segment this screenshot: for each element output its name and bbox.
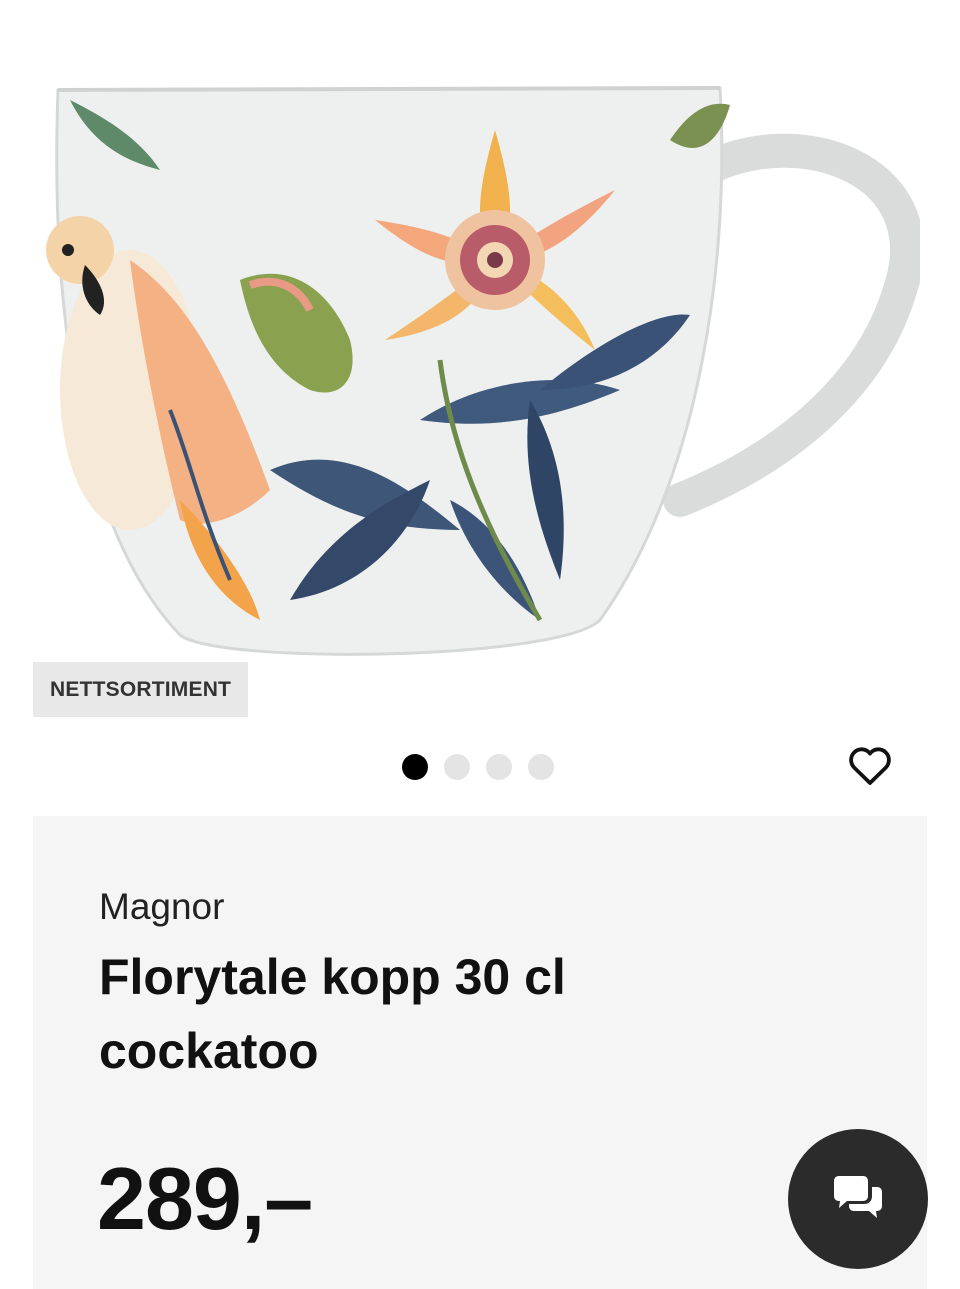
product-price: 289,– (97, 1149, 313, 1248)
chat-bubbles-icon (834, 1176, 882, 1218)
badge-label: NETTSORTIMENT (50, 677, 232, 701)
carousel-dot-1[interactable] (402, 754, 428, 780)
product-page: NETTSORTIMENT Magnor Florytale kopp 30 c… (0, 0, 960, 1289)
product-brand[interactable]: Magnor (99, 886, 224, 928)
online-only-badge: NETTSORTIMENT (33, 662, 249, 717)
product-image[interactable] (40, 60, 920, 680)
heart-icon (849, 747, 891, 785)
cup-illustration (46, 86, 920, 656)
image-carousel-dots (402, 754, 554, 780)
carousel-dot-4[interactable] (528, 754, 554, 780)
carousel-dot-2[interactable] (444, 754, 470, 780)
wishlist-button[interactable] (842, 738, 898, 794)
product-title: Florytale kopp 30 cl cockatoo (99, 949, 566, 1079)
chat-button[interactable] (788, 1129, 928, 1269)
carousel-dot-3[interactable] (486, 754, 512, 780)
